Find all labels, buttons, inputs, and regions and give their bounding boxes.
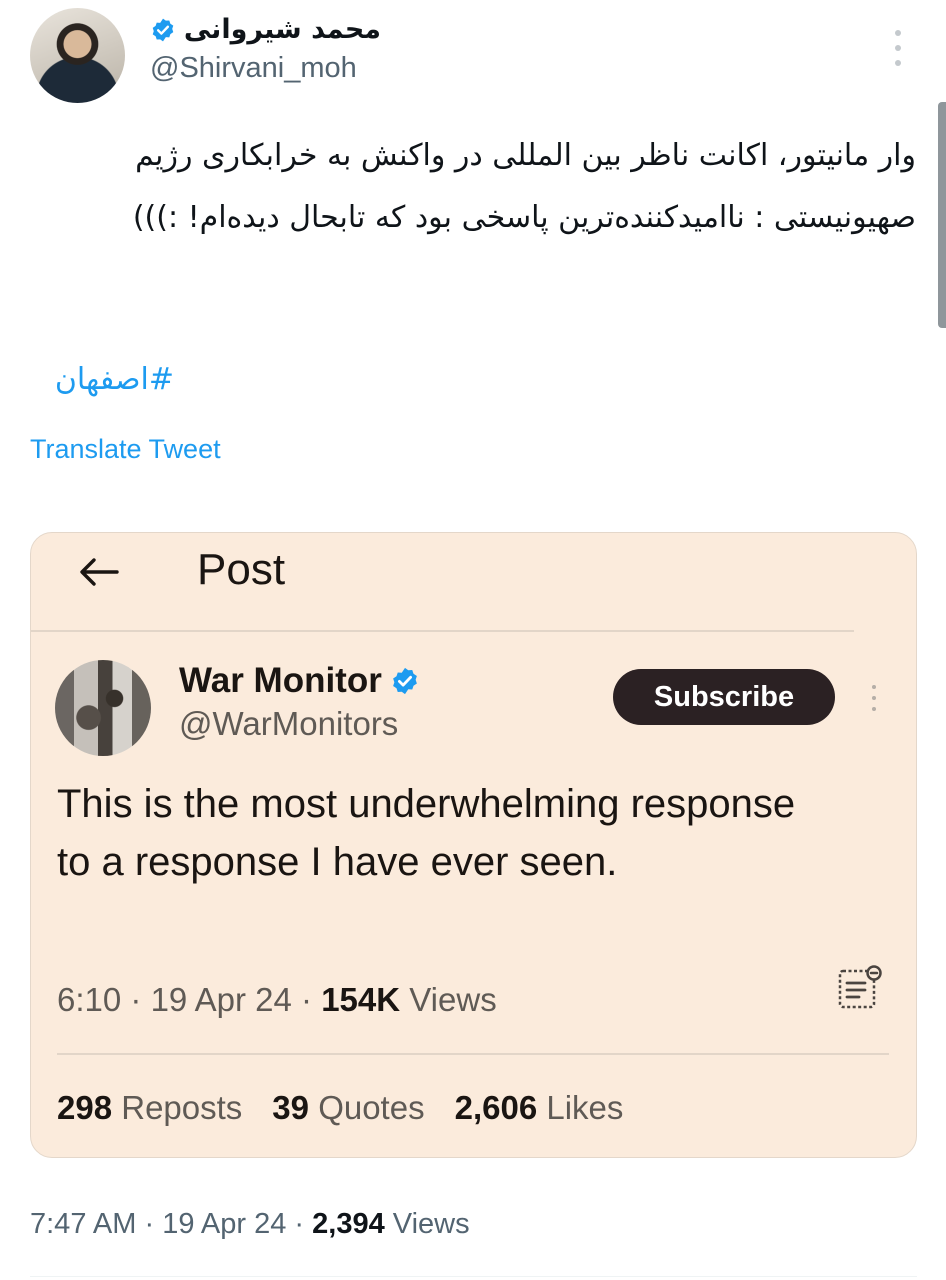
reposts-label: Reposts (121, 1089, 243, 1126)
post-header-title: Post (197, 545, 286, 594)
quotes-label: Quotes (318, 1089, 425, 1126)
war-monitor-post-text: This is the most underwhelming response … (57, 782, 796, 884)
war-monitor-post-meta: 6:10 · 19 Apr 24 · 154K Views (57, 981, 497, 1019)
post-time: 6:10 (57, 981, 122, 1018)
quoted-screenshot-image[interactable]: Post War Monitor @WarMonitors Subscribe … (30, 532, 917, 1158)
quotes-stat: 39 Quotes (272, 1089, 424, 1127)
subscribe-button: Subscribe (613, 669, 835, 725)
author-name-row: محمد شیروانی (150, 14, 381, 45)
likes-stat: 2,606 Likes (455, 1089, 624, 1127)
divider (31, 630, 854, 632)
likes-label: Likes (546, 1089, 624, 1126)
separator: · (301, 981, 313, 1018)
verified-badge-icon (152, 18, 174, 41)
post-date: 19 Apr 24 (150, 981, 292, 1018)
views-count: 154K (321, 981, 401, 1018)
quotes-count: 39 (272, 1089, 310, 1126)
war-monitor-handle: @WarMonitors (179, 705, 399, 742)
reposts-stat: 298 Reposts (57, 1089, 242, 1127)
author-display-name[interactable]: محمد شیروانی (184, 14, 381, 45)
arrow-left-icon (80, 558, 119, 586)
likes-count: 2,606 (454, 1089, 538, 1126)
war-monitor-display-name: War Monitor (179, 661, 382, 700)
hashtag-link[interactable]: #اصفهان (55, 362, 174, 397)
translate-tweet-link[interactable]: Translate Tweet (30, 434, 221, 465)
war-monitor-engagement-stats: 298 Reposts 39 Quotes 2,606 Likes (57, 1089, 623, 1127)
war-monitor-avatar (55, 660, 151, 756)
more-options-icon (869, 685, 879, 711)
divider (57, 1053, 889, 1055)
separator: · (130, 981, 142, 1018)
author-handle[interactable]: @Shirvani_moh (150, 52, 357, 85)
tweet-views-label[interactable]: Views (393, 1208, 470, 1240)
tweet-meta: 7:47 AM · 19 Apr 24 · 2,394 Views (30, 1208, 470, 1241)
reposts-count: 298 (57, 1089, 113, 1126)
verified-badge-icon (392, 667, 417, 695)
scrollbar[interactable] (938, 102, 946, 328)
separator: · (144, 1208, 155, 1240)
tweet-date[interactable]: 19 Apr 24 (162, 1208, 286, 1240)
author-avatar[interactable] (30, 8, 125, 103)
separator: · (294, 1208, 305, 1240)
tweet-text: وار مانیتور، اکانت ناظر بین المللی در وا… (132, 138, 916, 235)
tweet-views-count[interactable]: 2,394 (312, 1208, 385, 1240)
views-label: Views (409, 981, 497, 1018)
war-monitor-name-row: War Monitor (179, 661, 420, 701)
tweet-time[interactable]: 7:47 AM (30, 1208, 136, 1240)
analytics-icon (838, 965, 882, 1009)
more-options-icon[interactable] (888, 30, 908, 66)
divider (30, 1276, 917, 1277)
